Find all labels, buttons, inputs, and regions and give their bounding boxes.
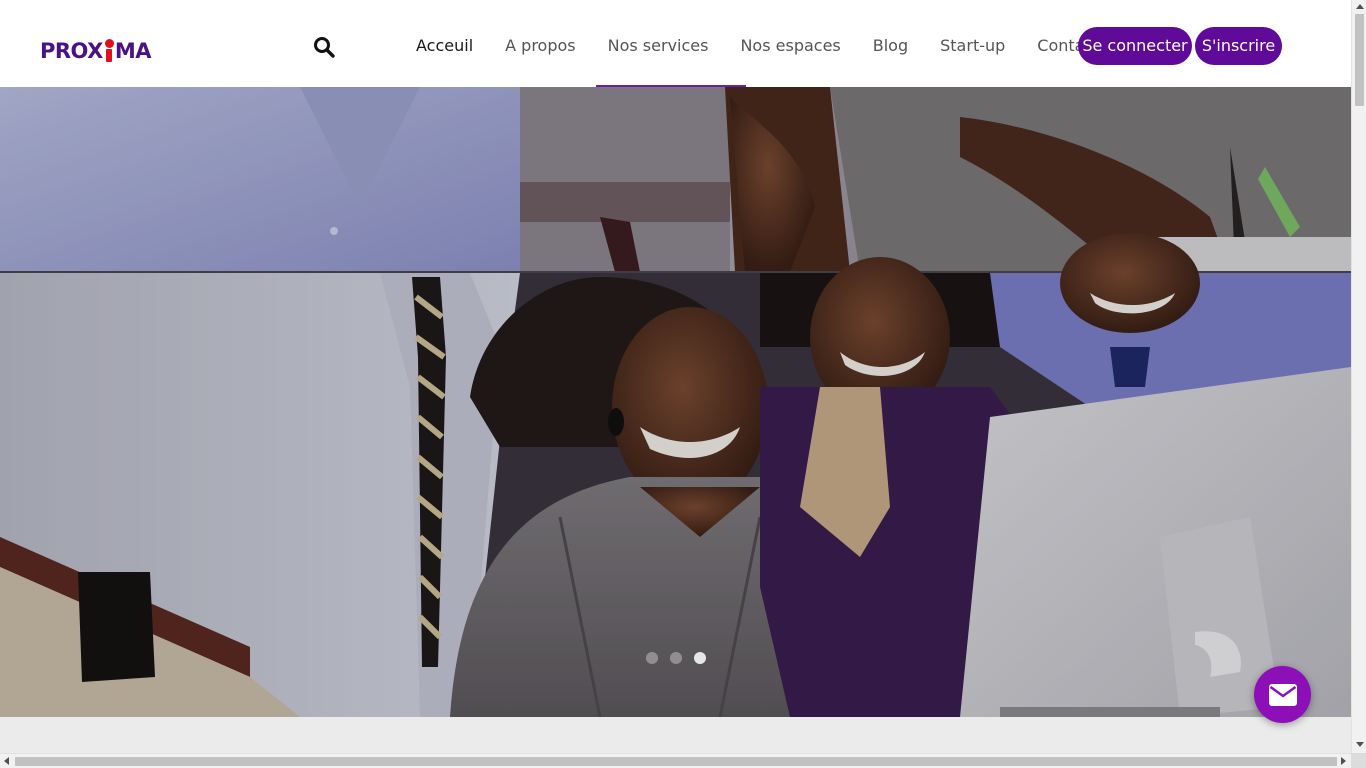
vertical-scroll-thumb[interactable] [1355, 14, 1364, 106]
search-icon[interactable] [312, 35, 336, 59]
slider-dot-3[interactable] [694, 652, 706, 664]
login-button[interactable]: Se connecter [1078, 27, 1192, 65]
slider-pagination [646, 652, 706, 664]
vertical-scrollbar[interactable] [1351, 0, 1366, 753]
proxima-logo[interactable]: PROX MA [40, 28, 152, 63]
site-header: PROX MA Acceuil A propos Nos services No… [0, 0, 1351, 87]
nav-item-acceuil[interactable]: Acceuil [400, 27, 489, 65]
logo-text-left: PROX [40, 39, 103, 63]
envelope-icon [1268, 683, 1297, 706]
nav-item-nos-espaces[interactable]: Nos espaces [724, 27, 856, 65]
scroll-down-arrow-icon[interactable] [1356, 742, 1364, 747]
slider-dot-1[interactable] [646, 652, 658, 664]
horizontal-scrollbar[interactable] [0, 753, 1351, 768]
contact-mail-button[interactable] [1254, 666, 1311, 723]
nav-item-start-up[interactable]: Start-up [924, 27, 1021, 65]
nav-hover-underline [596, 85, 746, 87]
logo-text-right: MA [114, 39, 152, 63]
nav-item-blog[interactable]: Blog [857, 27, 924, 65]
hero-slider [0, 87, 1351, 717]
nav-item-nos-services[interactable]: Nos services [592, 27, 725, 65]
scroll-up-arrow-icon[interactable] [1356, 4, 1364, 9]
logo-i-mark [104, 39, 114, 62]
scroll-left-arrow-icon[interactable] [4, 757, 9, 765]
scrollbar-corner [1351, 753, 1366, 768]
slider-dot-2[interactable] [670, 652, 682, 664]
page: PROX MA Acceuil A propos Nos services No… [0, 0, 1351, 753]
horizontal-scroll-thumb[interactable] [15, 757, 1337, 766]
signup-button[interactable]: S'inscrire [1195, 27, 1282, 65]
nav-item-a-propos[interactable]: A propos [489, 27, 591, 65]
main-nav: Acceuil A propos Nos services Nos espace… [400, 27, 1116, 65]
hero-image [0, 87, 1351, 717]
scroll-right-arrow-icon[interactable] [1341, 757, 1346, 765]
